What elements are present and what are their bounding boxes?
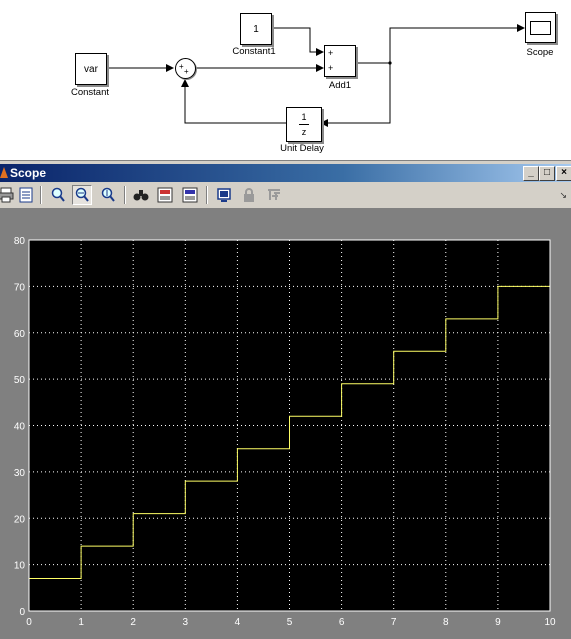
- add1-sign-2: +: [328, 63, 334, 73]
- signal-line-delay-sum: [181, 79, 286, 124]
- restore-axes-icon[interactable]: [180, 185, 200, 205]
- x-tick-label: 8: [443, 617, 449, 628]
- unit-delay-label: Unit Delay: [280, 143, 324, 154]
- y-tick-label: 40: [14, 422, 26, 433]
- toolbar-chevron-icon[interactable]: ↘: [559, 190, 567, 201]
- parameters-icon[interactable]: [16, 185, 36, 205]
- constant1-label: Constant1: [232, 46, 276, 57]
- sum-block[interactable]: + +: [175, 58, 196, 79]
- x-tick-label: 0: [26, 617, 32, 628]
- x-tick-label: 6: [339, 617, 345, 628]
- sum-sign-2: +: [184, 67, 189, 76]
- toolbar-separator: [40, 186, 42, 204]
- scope-toolbar: ↘: [0, 182, 571, 209]
- y-tick-label: 10: [14, 561, 26, 572]
- y-tick-label: 30: [14, 468, 26, 479]
- unit-delay-fraction-bar: [299, 124, 309, 125]
- x-tick-label: 9: [495, 617, 501, 628]
- scope-titlebar[interactable]: Scope _ □ ×: [0, 164, 571, 182]
- x-tick-label: 5: [287, 617, 293, 628]
- x-tick-label: 7: [391, 617, 397, 628]
- y-tick-label: 0: [19, 607, 25, 618]
- y-tick-label: 20: [14, 514, 26, 525]
- x-tick-label: 3: [183, 617, 189, 628]
- y-tick-label: 70: [14, 282, 26, 293]
- unit-delay-denominator: z: [301, 127, 307, 137]
- unit-delay-numerator: 1: [301, 112, 307, 122]
- save-axes-icon[interactable]: [155, 185, 175, 205]
- matlab-logo-icon: [0, 167, 8, 178]
- simulink-model-canvas: var Constant + + 1 Constant1 + + Add1 Sc…: [0, 0, 571, 160]
- scope-screen-icon: [530, 20, 551, 35]
- maximize-button[interactable]: □: [539, 166, 555, 181]
- unit-delay-block[interactable]: 1 z: [286, 107, 322, 142]
- toolbar-separator: [124, 186, 126, 204]
- scope-axes[interactable]: 0 1 2 3 4 5 6 7 8 9 10 0 10 20 30 40 50 60 70 80: [0, 209, 571, 639]
- floating-scope-icon[interactable]: [214, 185, 234, 205]
- zoom-x-icon[interactable]: [72, 185, 92, 205]
- constant-value: var: [84, 63, 98, 75]
- constant1-block[interactable]: 1: [240, 13, 272, 45]
- print-icon[interactable]: [0, 185, 16, 205]
- lock-icon[interactable]: [239, 185, 259, 205]
- constant-label: Constant: [70, 87, 110, 98]
- close-button[interactable]: ×: [556, 166, 571, 181]
- scope-window-title: Scope: [10, 166, 47, 180]
- sum-sign-1: +: [179, 62, 184, 71]
- x-tick-label: 2: [130, 617, 136, 628]
- constant1-value: 1: [253, 23, 259, 35]
- constant-block[interactable]: var: [75, 53, 107, 85]
- zoom-y-icon[interactable]: [98, 185, 118, 205]
- add1-label: Add1: [328, 80, 352, 91]
- zoom-in-icon[interactable]: [48, 185, 68, 205]
- x-tick-label: 10: [544, 617, 556, 628]
- signal-line-to-scope: [389, 24, 525, 63]
- autoscale-icon[interactable]: [131, 185, 151, 205]
- toolbar-separator: [206, 186, 208, 204]
- scope-label: Scope: [526, 47, 554, 58]
- add1-sign-1: +: [328, 48, 334, 58]
- y-tick-label: 80: [14, 236, 26, 247]
- add1-block[interactable]: + +: [324, 45, 356, 77]
- y-tick-label: 50: [14, 375, 26, 386]
- y-tick-label: 60: [14, 329, 26, 340]
- scope-plot-area: 0 1 2 3 4 5 6 7 8 9 10 0 10 20 30 40 50 60 70 80: [0, 209, 571, 639]
- signal-line-constant1-add1: [271, 27, 324, 56]
- minimize-button[interactable]: _: [523, 166, 539, 181]
- x-tick-label: 1: [78, 617, 84, 628]
- x-tick-label: 4: [235, 617, 241, 628]
- scope-block[interactable]: [525, 12, 556, 43]
- signal-selection-icon[interactable]: [264, 185, 284, 205]
